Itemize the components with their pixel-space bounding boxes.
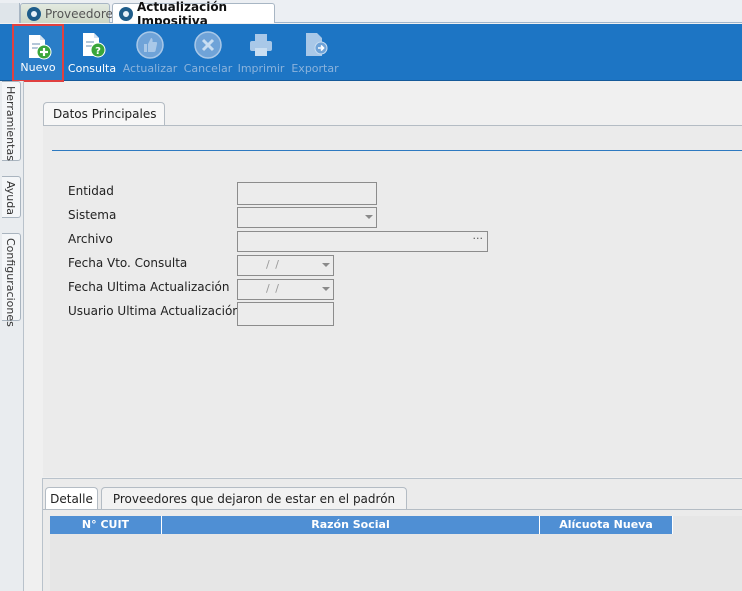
column-header-alicuota-nueva[interactable]: Alícuota Nueva	[540, 516, 673, 534]
side-tab-label: Herramientas	[4, 86, 17, 161]
app-logo-icon	[119, 7, 133, 21]
side-tab-label: Configuraciones	[4, 238, 17, 327]
column-header-razon-social[interactable]: Razón Social	[162, 516, 540, 534]
document-tab-bar: Proveedores Actualización Impositiva	[0, 0, 742, 28]
fecha-ultima-actualizacion-label: Fecha Ultima Actualización	[68, 280, 230, 294]
document-add-icon	[29, 35, 52, 60]
tab-actualizacion-impositiva[interactable]: Actualización Impositiva	[112, 0, 275, 28]
side-tab-strip: Herramientas Ayuda Configuraciones	[0, 81, 24, 591]
svg-text:?: ?	[95, 46, 101, 57]
usuario-ultima-actualizacion-input[interactable]	[237, 302, 334, 326]
fecha-vto-consulta-picker[interactable]: / /	[237, 255, 334, 276]
side-tab-label: Ayuda	[4, 181, 17, 215]
cancelar-button[interactable]: Cancelar	[183, 24, 233, 81]
exportar-label: Exportar	[291, 62, 339, 75]
sistema-select[interactable]	[237, 207, 377, 228]
cancelar-label: Cancelar	[183, 62, 233, 75]
tab-label: Proveedores	[45, 6, 120, 21]
sistema-label: Sistema	[68, 208, 117, 222]
tab-detalle[interactable]: Detalle	[45, 487, 98, 510]
side-tab-ayuda[interactable]: Ayuda	[2, 176, 21, 218]
thumbs-up-icon	[136, 31, 164, 59]
chevron-down-icon[interactable]	[365, 215, 373, 219]
tab-baseline	[43, 509, 742, 510]
exportar-button[interactable]: Exportar	[290, 24, 340, 81]
actualizar-button[interactable]: Actualizar	[121, 24, 179, 81]
side-tab-configuraciones[interactable]: Configuraciones	[2, 233, 21, 327]
archivo-input[interactable]: ···	[237, 231, 488, 252]
tab-proveedores[interactable]: Proveedores	[20, 3, 119, 23]
imprimir-label: Imprimir	[237, 62, 285, 75]
datos-principales-panel	[43, 125, 742, 477]
fecha-vto-consulta-label: Fecha Vto. Consulta	[68, 256, 188, 270]
tab-proveedores-padron[interactable]: Proveedores que dejaron de estar en el p…	[101, 487, 407, 510]
chevron-down-icon[interactable]	[322, 287, 330, 291]
tab-datos-principales[interactable]: Datos Principales	[43, 102, 165, 127]
printer-icon	[250, 34, 272, 56]
consulta-label: Consulta	[67, 62, 117, 75]
tab-label: Datos Principales	[53, 107, 157, 121]
export-icon	[306, 33, 328, 56]
tab-label: Detalle	[50, 492, 93, 506]
nuevo-label: Nuevo	[20, 61, 56, 74]
actualizar-label: Actualizar	[122, 62, 178, 75]
document-help-icon: ?	[83, 33, 106, 58]
side-tab-herramientas[interactable]: Herramientas	[2, 81, 21, 161]
section-divider	[52, 150, 742, 151]
consulta-button[interactable]: ? Consulta	[68, 24, 116, 81]
detail-grid: N° CUIT Razón Social Alícuota Nueva	[50, 516, 742, 591]
fecha-ultima-actualizacion-picker[interactable]: / /	[237, 279, 334, 300]
entidad-input[interactable]	[237, 182, 377, 205]
tab-label: Proveedores que dejaron de estar en el p…	[112, 492, 396, 506]
main-toolbar: Nuevo ? Consulta Actualizar Cancelar Imp…	[0, 24, 742, 82]
column-header-cuit[interactable]: N° CUIT	[50, 516, 162, 534]
browse-icon[interactable]: ···	[473, 232, 484, 245]
nuevo-button[interactable]: Nuevo	[12, 24, 64, 82]
imprimir-button[interactable]: Imprimir	[237, 24, 285, 81]
app-logo-icon	[27, 7, 41, 21]
archivo-label: Archivo	[68, 232, 113, 246]
tab-scroll-cap	[0, 3, 20, 23]
entidad-label: Entidad	[68, 184, 114, 198]
cancel-icon	[194, 31, 222, 59]
chevron-down-icon[interactable]	[322, 263, 330, 267]
usuario-ultima-actualizacion-label: Usuario Ultima Actualización	[68, 304, 240, 318]
